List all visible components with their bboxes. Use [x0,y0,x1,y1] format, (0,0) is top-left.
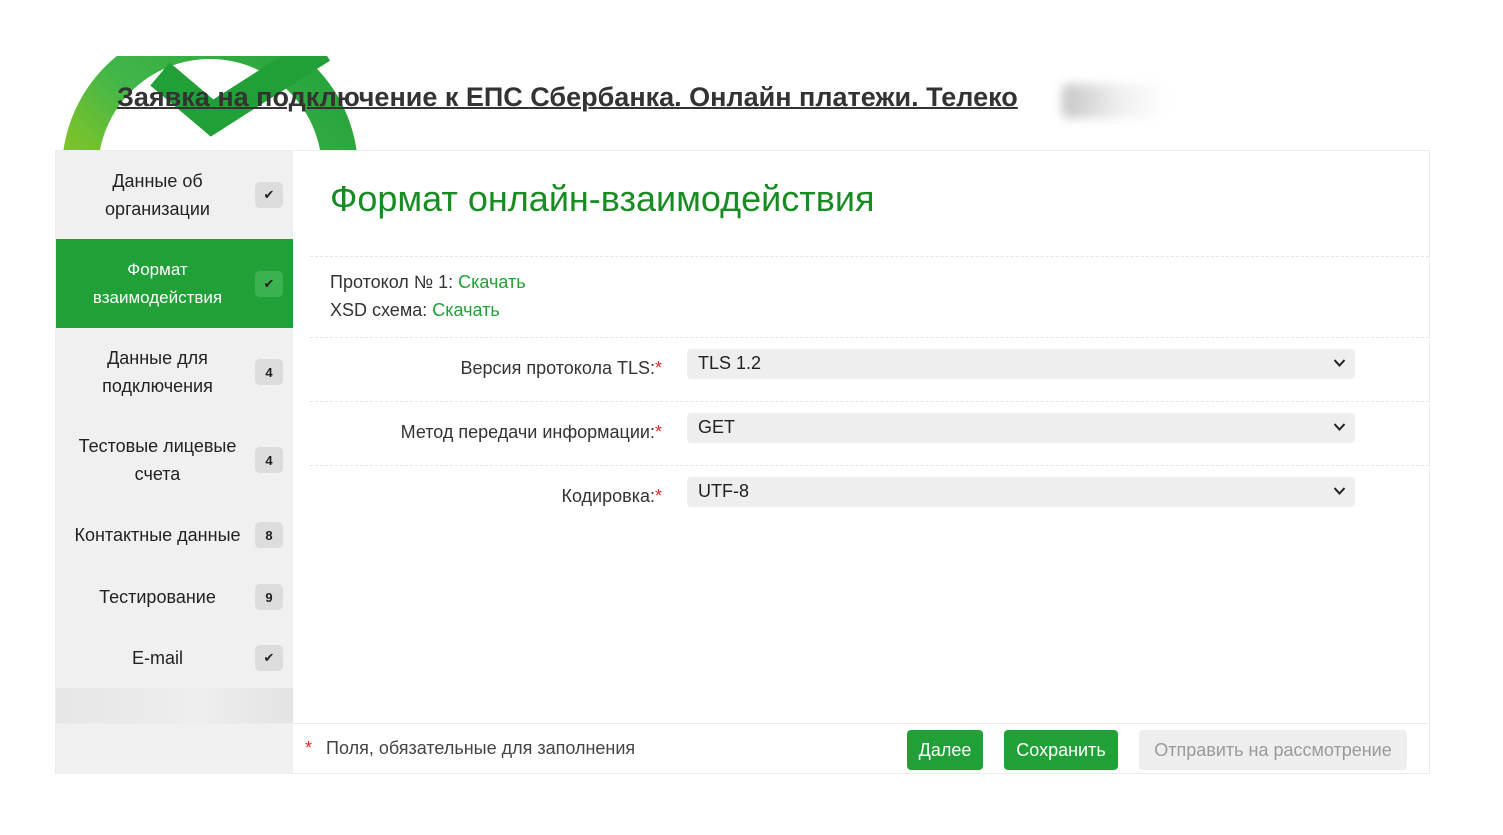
sidebar-item-label: Тестирование [99,587,216,607]
required-note-text: Поля, обязательные для заполнения [326,738,636,758]
main-content: Формат онлайн-взаимодействия Протокол № … [293,151,1429,723]
sidebar-item-label: Тестовые лицевые счета [78,436,237,484]
check-icon: ✔ [255,270,283,297]
divider [310,337,1429,338]
submit-for-review-button[interactable]: Отправить на рассмотрение [1139,730,1407,770]
selected-value: TLS 1.2 [698,353,762,373]
sidebar-item-test-accounts[interactable]: Тестовые лицевые счета 4 [56,416,293,504]
sidebar-item-interaction-format[interactable]: Формат взаимодействия ✔ [56,239,293,328]
tls-version-label: Версия протокола TLS:* [461,358,663,379]
encoding-label: Кодировка:* [561,486,662,507]
sidebar-item-label: Данные об организации [105,171,210,219]
field-label-text: Кодировка: [561,486,655,506]
divider [310,465,1429,466]
footer-sidebar-area [56,724,293,774]
required-mark: * [654,486,662,506]
protocol-doc-line: Протокол № 1: Скачать [330,272,526,293]
blurred-title-area [1062,84,1167,118]
sidebar-item-organization-data[interactable]: Данные об организации ✔ [56,151,293,239]
form-footer: * Поля, обязательные для заполнения Далее… [56,723,1429,774]
count-badge: 8 [255,522,283,548]
field-label-text: Метод передачи информации: [400,422,655,442]
chevron-down-icon [1333,423,1346,431]
next-button[interactable]: Далее [907,730,983,770]
transfer-method-select[interactable]: GET [687,413,1355,443]
field-label-text: Версия протокола TLS: [460,358,655,378]
sidebar-item-label: Формат взаимодействия [92,259,223,307]
count-badge: 4 [255,359,283,385]
check-icon: ✔ [255,645,283,671]
sidebar-item-email[interactable]: E-mail ✔ [56,628,293,688]
page-title[interactable]: Заявка на подключение к ЕПС Сбербанка. О… [117,82,1018,113]
sidebar-bottom [56,688,293,723]
divider [310,256,1429,257]
chevron-down-icon [1333,487,1346,495]
tls-version-select[interactable]: TLS 1.2 [687,349,1355,379]
section-title: Формат онлайн-взаимодействия [330,178,875,219]
count-badge: 4 [255,447,283,473]
chevron-down-icon [1333,359,1346,367]
selected-value: GET [698,417,736,437]
encoding-select[interactable]: UTF-8 [687,477,1355,507]
xsd-download-link[interactable]: Скачать [432,300,500,320]
selected-value: UTF-8 [698,481,749,501]
xsd-doc-label: XSD схема: [330,300,428,320]
required-mark: * [654,422,662,442]
protocol-download-link[interactable]: Скачать [458,272,526,292]
required-mark: * [305,738,313,758]
sidebar-item-connection-data[interactable]: Данные для подключения 4 [56,328,293,416]
sidebar: Данные об организации ✔ Формат взаимодей… [56,151,293,723]
sidebar-item-label: Контактные данные [74,525,241,545]
sidebar-item-label: E-mail [131,648,183,668]
sidebar-item-label: Данные для подключения [102,348,213,396]
divider [310,401,1429,402]
transfer-method-label: Метод передачи информации:* [401,422,662,443]
save-button[interactable]: Сохранить [1004,730,1118,770]
sidebar-item-testing[interactable]: Тестирование 9 [56,566,293,628]
xsd-doc-line: XSD схема: Скачать [330,300,500,321]
application-panel: Данные об организации ✔ Формат взаимодей… [55,150,1430,774]
required-mark: * [654,358,662,378]
required-fields-note: * Поля, обязательные для заполнения [305,738,635,759]
check-icon: ✔ [255,182,283,208]
sidebar-item-contact-data[interactable]: Контактные данные 8 [56,504,293,566]
protocol-doc-label: Протокол № 1: [330,272,454,292]
count-badge: 9 [255,584,283,610]
